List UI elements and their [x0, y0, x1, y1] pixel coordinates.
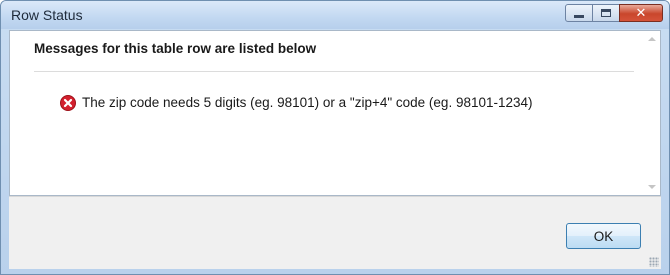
window-title: Row Status — [11, 7, 83, 23]
message-item: The zip code needs 5 digits (eg. 98101) … — [60, 93, 620, 112]
scroll-up-icon[interactable] — [648, 37, 656, 41]
scroll-down-icon[interactable] — [648, 185, 656, 189]
row-status-window: Row Status ✕ Messages for this table row… — [0, 0, 670, 275]
vertical-scrollbar[interactable] — [643, 31, 660, 195]
window-controls: ✕ — [565, 4, 663, 22]
error-icon — [60, 95, 76, 111]
message-text: The zip code needs 5 digits (eg. 98101) … — [82, 95, 533, 110]
messages-heading: Messages for this table row are listed b… — [34, 41, 317, 56]
maximize-icon — [601, 9, 611, 17]
title-bar[interactable]: Row Status ✕ — [1, 1, 669, 29]
close-button[interactable]: ✕ — [619, 4, 663, 22]
minimize-icon — [574, 14, 584, 18]
dialog-footer: OK — [9, 196, 661, 269]
ok-button[interactable]: OK — [566, 223, 641, 249]
close-icon: ✕ — [635, 5, 647, 21]
messages-panel: Messages for this table row are listed b… — [9, 30, 661, 196]
maximize-button[interactable] — [592, 4, 620, 22]
minimize-button[interactable] — [565, 4, 593, 22]
heading-divider — [34, 71, 634, 72]
resize-grip-icon[interactable] — [649, 257, 659, 267]
